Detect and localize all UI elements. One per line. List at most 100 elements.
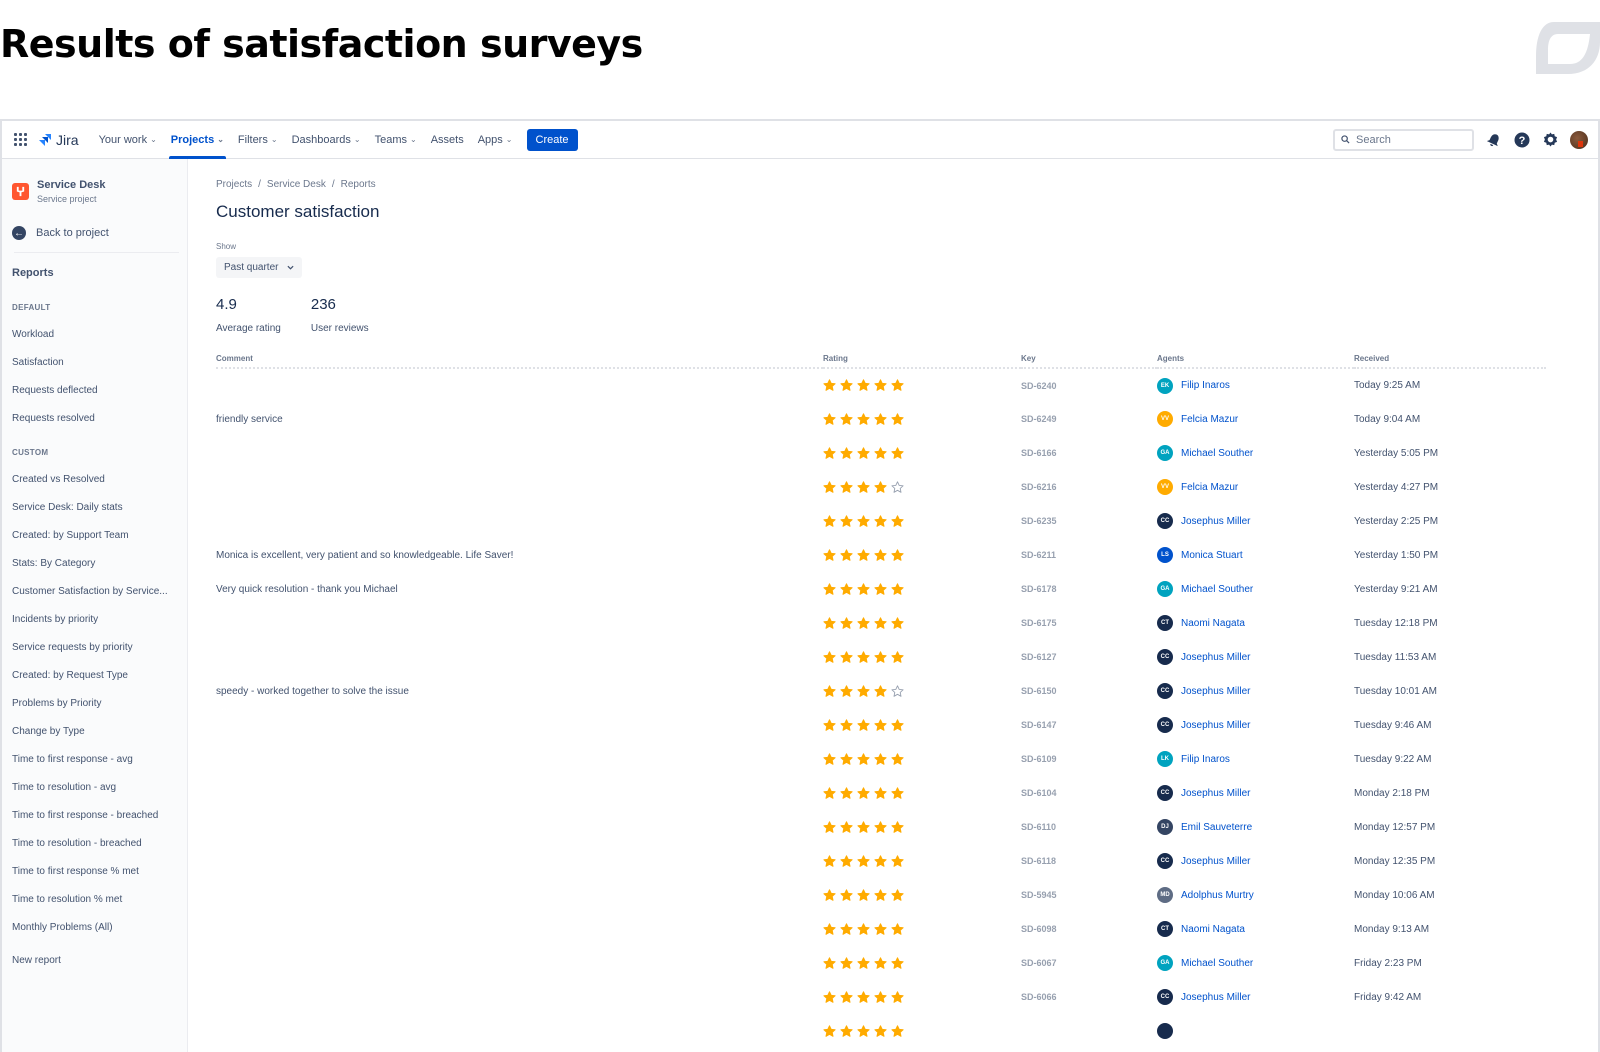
- breadcrumb-projects[interactable]: Projects: [216, 179, 252, 190]
- table-row[interactable]: SD-6109 LK Filip Inaros Tuesday 9:22 AM: [216, 742, 1546, 776]
- sidebar-item-time-to-resolution-avg[interactable]: Time to resolution - avg: [12, 782, 179, 793]
- issue-key-link[interactable]: SD-6166: [1021, 436, 1157, 470]
- agent-avatar[interactable]: MD: [1157, 887, 1173, 903]
- sidebar-item-time-to-first-response-avg[interactable]: Time to first response - avg: [12, 754, 179, 765]
- sidebar-item-time-to-first-response-met[interactable]: Time to first response % met: [12, 866, 179, 877]
- table-row[interactable]: SD-6118 CC Josephus Miller Monday 12:35 PM: [216, 844, 1546, 878]
- issue-key-link[interactable]: SD-6178: [1021, 572, 1157, 606]
- agent-name-link[interactable]: Josephus Miller: [1181, 788, 1250, 799]
- agent-name-link[interactable]: Filip Inaros: [1181, 380, 1230, 391]
- table-row[interactable]: SD-6098 CT Naomi Nagata Monday 9:13 AM: [216, 912, 1546, 946]
- issue-key-link[interactable]: SD-6066: [1021, 980, 1157, 1014]
- issue-key-link[interactable]: SD-5945: [1021, 878, 1157, 912]
- table-row[interactable]: SD-6240 EK Filip Inaros Today 9:25 AM: [216, 368, 1546, 402]
- table-row[interactable]: SD-6067 GA Michael Souther Friday 2:23 PM: [216, 946, 1546, 980]
- table-row[interactable]: friendly service SD-6249 VV Felcia Mazur Tod…: [216, 402, 1546, 436]
- agent-avatar[interactable]: CC: [1157, 683, 1173, 699]
- sidebar-item-satisfaction[interactable]: Satisfaction: [12, 357, 179, 368]
- sidebar-item-incidents-by-priority[interactable]: Incidents by priority: [12, 614, 179, 625]
- sidebar-item-created-vs-resolved[interactable]: Created vs Resolved: [12, 474, 179, 485]
- project-header[interactable]: Service Desk Service project: [12, 179, 179, 204]
- settings-icon[interactable]: [1542, 132, 1558, 148]
- table-row[interactable]: SD-6166 GA Michael Souther Yesterday 5:05 P…: [216, 436, 1546, 470]
- sidebar-item-time-to-resolution-met[interactable]: Time to resolution % met: [12, 894, 179, 905]
- issue-key-link[interactable]: SD-6110: [1021, 810, 1157, 844]
- agent-avatar[interactable]: CC: [1157, 853, 1173, 869]
- help-icon[interactable]: ?: [1514, 132, 1530, 148]
- issue-key-link[interactable]: SD-6127: [1021, 640, 1157, 674]
- issue-key-link[interactable]: SD-6118: [1021, 844, 1157, 878]
- column-header-key[interactable]: Key: [1021, 354, 1157, 369]
- sidebar-item-customer-satisfaction-by-service[interactable]: Customer Satisfaction by Service...: [12, 586, 179, 597]
- table-row[interactable]: speedy - worked together to solve the is…: [216, 674, 1546, 708]
- agent-name-link[interactable]: Josephus Miller: [1181, 686, 1250, 697]
- agent-avatar[interactable]: CC: [1157, 989, 1173, 1005]
- agent-name-link[interactable]: Josephus Miller: [1181, 992, 1250, 1003]
- issue-key-link[interactable]: SD-6109: [1021, 742, 1157, 776]
- agent-name-link[interactable]: Josephus Miller: [1181, 720, 1250, 731]
- agent-name-link[interactable]: Filip Inaros: [1181, 754, 1230, 765]
- nav-item-filters[interactable]: Filters ⌄: [238, 121, 278, 159]
- issue-key-link[interactable]: SD-6175: [1021, 606, 1157, 640]
- back-to-project-link[interactable]: ← Back to project: [12, 226, 179, 240]
- agent-avatar[interactable]: [1157, 1023, 1173, 1039]
- table-row[interactable]: SD-6066 CC Josephus Miller Friday 9:42 AM: [216, 980, 1546, 1014]
- agent-avatar[interactable]: CC: [1157, 785, 1173, 801]
- nav-item-teams[interactable]: Teams ⌄: [375, 121, 417, 159]
- agent-name-link[interactable]: Michael Souther: [1181, 584, 1253, 595]
- period-select[interactable]: Past quarter: [216, 257, 303, 278]
- agent-avatar[interactable]: EK: [1157, 377, 1173, 394]
- sidebar-item-service-desk-daily-stats[interactable]: Service Desk: Daily stats: [12, 502, 179, 513]
- agent-name-link[interactable]: Adolphus Murtry: [1181, 890, 1254, 901]
- issue-key-link[interactable]: SD-6147: [1021, 708, 1157, 742]
- agent-name-link[interactable]: Josephus Miller: [1181, 516, 1250, 527]
- table-row[interactable]: Monica is excellent, very patient and so…: [216, 538, 1546, 572]
- agent-avatar[interactable]: GA: [1157, 955, 1173, 971]
- table-row[interactable]: Very quick resolution - thank you Michae…: [216, 572, 1546, 606]
- agent-name-link[interactable]: Naomi Nagata: [1181, 618, 1245, 629]
- sidebar-item-monthly-problems-all[interactable]: Monthly Problems (All): [12, 922, 179, 933]
- agent-avatar[interactable]: CT: [1157, 921, 1173, 937]
- agent-avatar[interactable]: GA: [1157, 445, 1173, 461]
- table-row[interactable]: SD-6216 VV Felcia Mazur Yesterday 4:27 PM: [216, 470, 1546, 504]
- notifications-icon[interactable]: [1486, 132, 1502, 148]
- issue-key-link[interactable]: SD-6150: [1021, 674, 1157, 708]
- agent-name-link[interactable]: Emil Sauveterre: [1181, 822, 1252, 833]
- table-row[interactable]: SD-6127 CC Josephus Miller Tuesday 11:53 AM: [216, 640, 1546, 674]
- table-row[interactable]: SD-5945 MD Adolphus Murtry Monday 10:06 AM: [216, 878, 1546, 912]
- issue-key-link[interactable]: SD-6240: [1021, 368, 1157, 402]
- column-header-rating[interactable]: Rating: [823, 354, 1021, 369]
- issue-key-link[interactable]: SD-6098: [1021, 912, 1157, 946]
- agent-avatar[interactable]: CT: [1157, 615, 1173, 631]
- sidebar-item-service-requests-by-priority[interactable]: Service requests by priority: [12, 642, 179, 653]
- agent-avatar[interactable]: GA: [1157, 581, 1173, 597]
- nav-item-apps[interactable]: Apps ⌄: [478, 121, 513, 159]
- table-row[interactable]: SD-6235 CC Josephus Miller Yesterday 2:25 P…: [216, 504, 1546, 538]
- sidebar-item-time-to-first-response-breached[interactable]: Time to first response - breached: [12, 810, 179, 821]
- sidebar-item-workload[interactable]: Workload: [12, 329, 179, 340]
- issue-key-link[interactable]: SD-6211: [1021, 538, 1157, 572]
- issue-key-link[interactable]: SD-6216: [1021, 470, 1157, 504]
- sidebar-item-stats-by-category[interactable]: Stats: By Category: [12, 558, 179, 569]
- nav-item-projects[interactable]: Projects ⌄: [168, 121, 227, 159]
- create-button[interactable]: Create: [526, 128, 578, 151]
- app-switcher-icon[interactable]: [14, 132, 28, 147]
- issue-key-link[interactable]: SD-6067: [1021, 946, 1157, 980]
- sidebar-item-requests-resolved[interactable]: Requests resolved: [12, 413, 179, 424]
- sidebar-item-change-by-type[interactable]: Change by Type: [12, 726, 179, 737]
- agent-name-link[interactable]: Michael Souther: [1181, 448, 1253, 459]
- sidebar-item-time-to-resolution-breached[interactable]: Time to resolution - breached: [12, 838, 179, 849]
- table-row[interactable]: SD-6104 CC Josephus Miller Monday 2:18 PM: [216, 776, 1546, 810]
- issue-key-link[interactable]: SD-6104: [1021, 776, 1157, 810]
- column-header-agents[interactable]: Agents: [1157, 354, 1354, 369]
- search-input[interactable]: Search: [1333, 128, 1474, 151]
- agent-name-link[interactable]: Josephus Miller: [1181, 652, 1250, 663]
- agent-name-link[interactable]: Naomi Nagata: [1181, 924, 1245, 935]
- sidebar-item-requests-deflected[interactable]: Requests deflected: [12, 385, 179, 396]
- issue-key-link[interactable]: SD-6235: [1021, 504, 1157, 538]
- agent-name-link[interactable]: Josephus Miller: [1181, 856, 1250, 867]
- issue-key-link[interactable]: [1021, 1014, 1157, 1048]
- sidebar-item-problems-by-priority[interactable]: Problems by Priority: [12, 698, 179, 709]
- user-avatar[interactable]: [1570, 130, 1588, 149]
- table-row[interactable]: [216, 1014, 1546, 1048]
